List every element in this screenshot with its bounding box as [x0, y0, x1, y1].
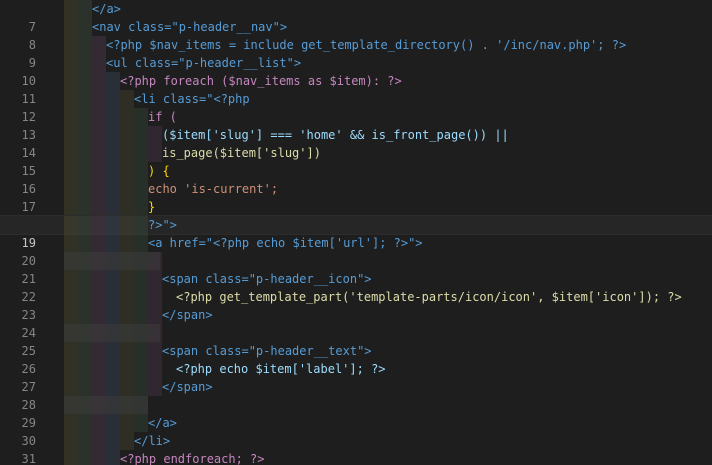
code-line[interactable]: 22 <span class="p-header__icon"> — [0, 270, 712, 304]
code-line[interactable]: 24 </span> — [0, 306, 712, 340]
code-editor[interactable]: 7 </a> 8 <nav class="p-header__nav"> 9 <… — [0, 0, 712, 465]
code-line[interactable]: 30 </a> — [0, 414, 712, 448]
code-text[interactable]: if ( — [148, 108, 177, 126]
code-line[interactable]: 11 <?php foreach ($nav_items as $item): … — [0, 72, 712, 106]
code-line[interactable]: 15 is_page($item['slug']) — [0, 144, 712, 178]
code-text[interactable]: </span> — [162, 378, 213, 396]
code-line[interactable]: 14 ($item['slug'] === 'home' && is_front… — [0, 126, 712, 160]
code-text[interactable]: <a href="<?php echo $item['url']; ?>"> — [148, 234, 423, 252]
code-text[interactable]: <ul class="p-header__list"> — [106, 54, 301, 72]
code-line[interactable]: 18 } — [0, 198, 712, 232]
code-line[interactable]: 25 — [0, 324, 712, 358]
code-text[interactable]: <?php foreach ($nav_items as $item): ?> — [120, 72, 402, 90]
code-text[interactable]: <?php get_template_part('template-parts/… — [176, 288, 682, 306]
code-line[interactable]: 17 echo 'is-current'; — [0, 180, 712, 214]
code-line[interactable]: 28 </span> — [0, 378, 712, 412]
code-text[interactable]: <?php endforeach; ?> — [120, 450, 265, 465]
code-text[interactable]: </li> — [134, 432, 170, 450]
code-text[interactable]: echo 'is-current'; — [148, 180, 278, 198]
code-line[interactable]: 27 <?php echo $item['label']; ?> — [0, 360, 712, 394]
code-line[interactable]: 21 — [0, 252, 712, 286]
code-text[interactable]: <?php echo $item['label']; ?> — [176, 360, 386, 378]
code-line[interactable]: 7 </a> — [0, 0, 712, 34]
code-text[interactable]: </a> — [92, 0, 121, 18]
code-line[interactable]: 29 — [0, 396, 712, 430]
code-line[interactable]: 20 <a href="<?php echo $item['url']; ?>"… — [0, 234, 712, 268]
code-text[interactable]: </span> — [162, 306, 213, 324]
code-text[interactable]: ?>"> — [148, 216, 177, 234]
code-line[interactable]: 13 if ( — [0, 108, 712, 142]
code-text[interactable]: } — [148, 198, 155, 216]
code-text[interactable]: <span class="p-header__icon"> — [162, 270, 372, 288]
code-line-active[interactable]: 19 ?>"> — [0, 215, 712, 250]
code-line[interactable]: 8 <nav class="p-header__nav"> — [0, 18, 712, 52]
code-line[interactable]: 16 ) { — [0, 162, 712, 196]
code-text[interactable]: <span class="p-header__text"> — [162, 342, 372, 360]
code-line[interactable]: 31 </li> — [0, 432, 712, 465]
code-line[interactable]: 10 <ul class="p-header__list"> — [0, 54, 712, 88]
code-line[interactable]: 12 <li class="<?php — [0, 90, 712, 124]
code-line[interactable]: 9 <?php $nav_items = include get_templat… — [0, 36, 712, 70]
code-line[interactable]: 32 <?php endforeach; ?> — [0, 450, 712, 465]
code-text[interactable]: <nav class="p-header__nav"> — [92, 18, 287, 36]
code-text[interactable]: </a> — [148, 414, 177, 432]
code-text[interactable]: <li class="<?php — [134, 90, 250, 108]
code-line[interactable]: 23 <?php get_template_part('template-par… — [0, 288, 712, 322]
code-text[interactable]: ($item['slug'] === 'home' && is_front_pa… — [162, 126, 509, 144]
code-line[interactable]: 26 <span class="p-header__text"> — [0, 342, 712, 376]
code-text[interactable]: ) { — [148, 162, 170, 180]
code-text[interactable]: is_page($item['slug']) — [162, 144, 321, 162]
code-text[interactable]: <?php $nav_items = include get_template_… — [106, 36, 626, 54]
